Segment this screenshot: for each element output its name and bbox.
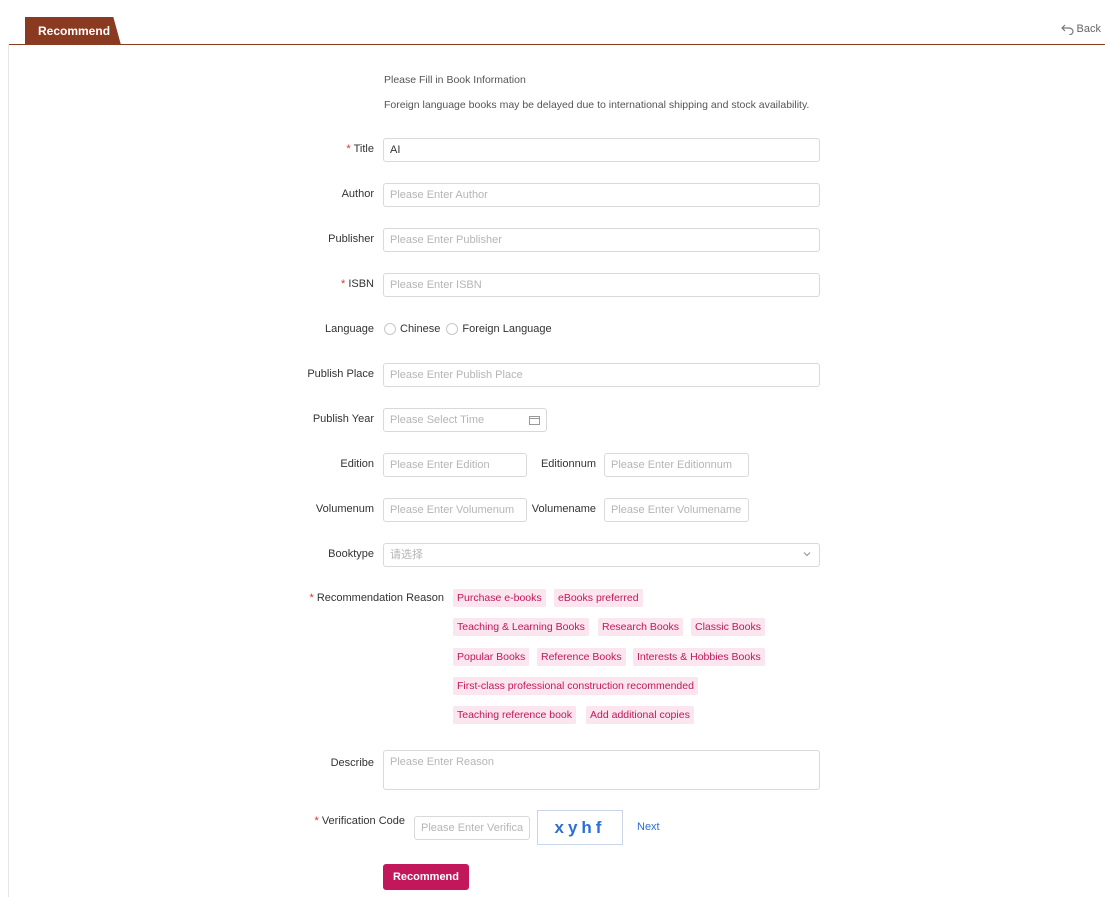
verification-code-label: * Verification Code [314,815,405,827]
back-label: Back [1076,23,1101,35]
volumename-input[interactable] [604,498,749,522]
publish-year-label: Publish Year [312,413,374,425]
reason-tag[interactable]: Teaching & Learning Books [453,618,589,636]
captcha-refresh-link[interactable]: Next [637,821,660,833]
language-label: Language [325,323,374,335]
volumenum-label: Volumenum [315,503,374,515]
required-marker: * [341,278,346,290]
radio-circle-icon [446,323,459,335]
form-intro-note: Foreign language books may be delayed du… [384,99,810,111]
title-input[interactable] [383,138,820,162]
language-option-chinese[interactable]: Chinese [384,323,440,335]
back-arrow-icon [1060,24,1074,35]
verification-code-input[interactable] [414,816,530,840]
reason-tag[interactable]: First-class professional construction re… [453,677,698,695]
language-option-foreign[interactable]: Foreign Language [446,323,552,335]
left-border [8,44,9,897]
publish-place-input[interactable] [383,363,820,387]
recommendation-reason-label: * Recommendation Reason [309,592,444,604]
editionnum-label: Editionnum [540,458,596,470]
reason-tag[interactable]: Reference Books [537,648,626,666]
radio-circle-icon [384,323,396,335]
reason-tag[interactable]: Classic Books [691,618,765,636]
captcha-image: xyhf [537,810,623,845]
reason-tag[interactable]: Popular Books [453,648,530,666]
reason-tag[interactable]: Teaching reference book [453,706,576,724]
calendar-icon [529,416,540,425]
form-intro-title: Please Fill in Book Information [384,74,526,86]
describe-label: Describe [330,757,374,769]
booktype-label: Booktype [328,548,374,560]
describe-textarea[interactable] [383,750,820,790]
reason-tag[interactable]: Add additional copies [586,706,694,724]
required-marker: * [346,143,351,155]
reason-tag[interactable]: eBooks preferred [554,589,643,607]
publisher-input[interactable] [383,228,820,252]
reason-tag[interactable]: Research Books [598,618,684,636]
tab-recommend[interactable]: Recommend [25,17,121,45]
reason-tag[interactable]: Interests & Hobbies Books [633,648,765,666]
header-divider [8,44,1105,45]
back-button[interactable]: Back [1060,23,1101,35]
author-label: Author [341,188,374,200]
author-input[interactable] [383,183,820,207]
title-label: * Title [346,143,374,155]
chevron-down-icon [803,552,811,557]
booktype-select[interactable] [383,543,820,567]
booktype-select-input[interactable] [383,543,820,567]
volumenum-input[interactable] [383,498,527,522]
language-radio-group: Chinese Foreign Language [384,323,558,335]
volumename-label: Volumename [531,503,596,515]
required-marker: * [314,815,319,827]
publish-year-picker[interactable] [383,408,547,432]
isbn-input[interactable] [383,273,820,297]
isbn-label: * ISBN [341,278,374,290]
required-marker: * [309,592,314,604]
edition-label: Edition [340,458,374,470]
recommend-submit-button[interactable]: Recommend [383,864,469,890]
edition-input[interactable] [383,453,527,477]
publish-place-label: Publish Place [307,368,374,380]
editionnum-input[interactable] [604,453,749,477]
publisher-label: Publisher [328,233,374,245]
reason-tag[interactable]: Purchase e-books [453,589,546,607]
